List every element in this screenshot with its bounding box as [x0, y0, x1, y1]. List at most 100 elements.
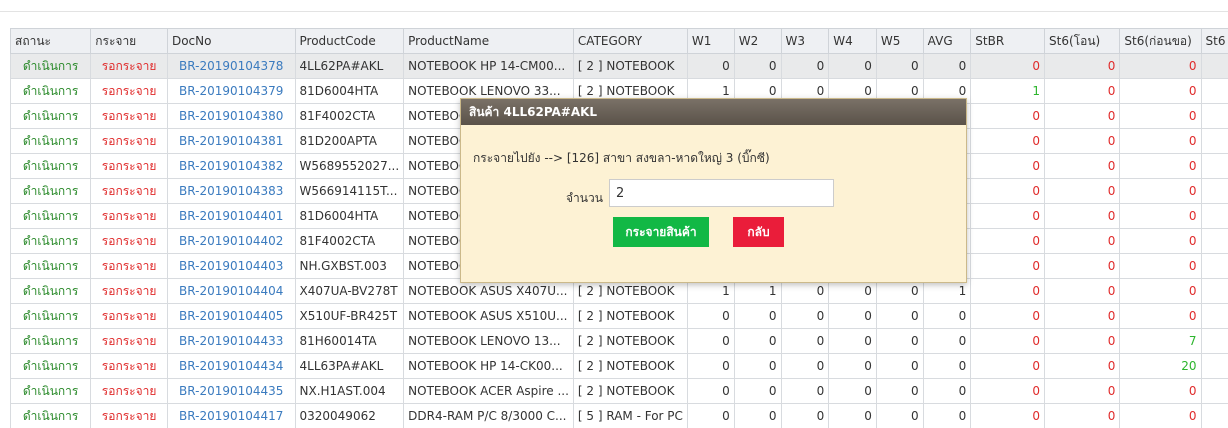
avg-cell: 0: [923, 304, 971, 329]
status-cell: ดำเนินการ: [11, 154, 91, 179]
w3-cell: 0: [781, 54, 829, 79]
column-header[interactable]: St6: [1201, 29, 1228, 54]
st6-transfer-cell: 0: [1045, 179, 1120, 204]
st6-transfer-cell: 0: [1045, 254, 1120, 279]
st6-transfer-cell: 0: [1045, 104, 1120, 129]
column-header[interactable]: ProductCode: [295, 29, 404, 54]
table-header-row: สถานะกระจายDocNoProductCodeProductNameCA…: [11, 29, 1228, 54]
docno-link[interactable]: BR-20190104401: [167, 204, 295, 229]
column-header[interactable]: CATEGORY: [573, 29, 687, 54]
docno-link[interactable]: BR-20190104381: [167, 129, 295, 154]
distribution-status-cell: รอกระจาย: [91, 129, 168, 154]
w5-cell: 0: [876, 404, 923, 428]
quantity-input[interactable]: [609, 179, 834, 207]
stbr-cell: 0: [971, 229, 1045, 254]
st6-cell: [1201, 304, 1228, 329]
docno-link[interactable]: BR-20190104434: [167, 354, 295, 379]
docno-link[interactable]: BR-20190104417: [167, 404, 295, 428]
docno-link[interactable]: BR-20190104380: [167, 104, 295, 129]
docno-link[interactable]: BR-20190104435: [167, 379, 295, 404]
docno-link[interactable]: BR-20190104383: [167, 179, 295, 204]
distribution-status-cell: รอกระจาย: [91, 79, 168, 104]
st6-before-cell: 0: [1120, 179, 1201, 204]
dialog-title[interactable]: สินค้า 4LL62PA#AKL: [461, 99, 966, 125]
distribution-status-cell: รอกระจาย: [91, 354, 168, 379]
product-name-cell: NOTEBOOK ACER Aspire ...: [404, 379, 574, 404]
avg-cell: 0: [923, 354, 971, 379]
st6-cell: [1201, 229, 1228, 254]
w4-cell: 0: [829, 304, 877, 329]
distribution-status-cell: รอกระจาย: [91, 379, 168, 404]
table-row[interactable]: ดำเนินการรอกระจายBR-20190104435NX.H1AST.…: [11, 379, 1228, 404]
docno-link[interactable]: BR-20190104403: [167, 254, 295, 279]
column-header[interactable]: W4: [829, 29, 877, 54]
st6-transfer-cell: 0: [1045, 54, 1120, 79]
product-code-cell: 4LL63PA#AKL: [295, 354, 404, 379]
w2-cell: 0: [734, 379, 781, 404]
distribution-status-cell: รอกระจาย: [91, 54, 168, 79]
column-header[interactable]: W5: [876, 29, 923, 54]
status-cell: ดำเนินการ: [11, 279, 91, 304]
st6-transfer-cell: 0: [1045, 304, 1120, 329]
stbr-cell: 0: [971, 179, 1045, 204]
w3-cell: 0: [781, 354, 829, 379]
w5-cell: 0: [876, 354, 923, 379]
st6-transfer-cell: 0: [1045, 204, 1120, 229]
column-header[interactable]: W1: [687, 29, 734, 54]
column-header[interactable]: DocNo: [167, 29, 295, 54]
st6-cell: [1201, 329, 1228, 354]
st6-transfer-cell: 0: [1045, 379, 1120, 404]
column-header[interactable]: W3: [781, 29, 829, 54]
st6-before-cell: 0: [1120, 279, 1201, 304]
column-header[interactable]: StBR: [971, 29, 1045, 54]
status-cell: ดำเนินการ: [11, 404, 91, 428]
status-cell: ดำเนินการ: [11, 379, 91, 404]
table-row[interactable]: ดำเนินการรอกระจายBR-20190104405X510UF-BR…: [11, 304, 1228, 329]
docno-link[interactable]: BR-20190104378: [167, 54, 295, 79]
product-name-cell: DDR4-RAM P/C 8/3000 C...: [404, 404, 574, 428]
table-row[interactable]: ดำเนินการรอกระจายBR-2019010443381H60014T…: [11, 329, 1228, 354]
w4-cell: 0: [829, 354, 877, 379]
status-cell: ดำเนินการ: [11, 229, 91, 254]
column-header[interactable]: W2: [734, 29, 781, 54]
docno-link[interactable]: BR-20190104404: [167, 279, 295, 304]
table-row[interactable]: ดำเนินการรอกระจายBR-201901044344LL63PA#A…: [11, 354, 1228, 379]
stbr-cell: 0: [971, 129, 1045, 154]
column-header[interactable]: AVG: [923, 29, 971, 54]
st6-before-cell: 0: [1120, 129, 1201, 154]
st6-before-cell: 7: [1120, 329, 1201, 354]
docno-link[interactable]: BR-20190104382: [167, 154, 295, 179]
back-button[interactable]: กลับ: [733, 217, 784, 247]
docno-link[interactable]: BR-20190104402: [167, 229, 295, 254]
column-header[interactable]: ProductName: [404, 29, 574, 54]
avg-cell: 0: [923, 379, 971, 404]
docno-link[interactable]: BR-20190104405: [167, 304, 295, 329]
table-row[interactable]: ดำเนินการรอกระจายBR-201901043784LL62PA#A…: [11, 54, 1228, 79]
category-cell: [ 5 ] RAM - For PC: [573, 404, 687, 428]
stbr-cell: 0: [971, 154, 1045, 179]
st6-before-cell: 0: [1120, 204, 1201, 229]
table-row[interactable]: ดำเนินการรอกระจายBR-20190104417032004906…: [11, 404, 1228, 428]
st6-transfer-cell: 0: [1045, 279, 1120, 304]
distribute-button[interactable]: กระจายสินค้า: [613, 217, 709, 247]
status-cell: ดำเนินการ: [11, 79, 91, 104]
w1-cell: 0: [687, 54, 734, 79]
column-header[interactable]: St6(โอน): [1045, 29, 1120, 54]
st6-before-cell: 0: [1120, 104, 1201, 129]
stbr-cell: 0: [971, 204, 1045, 229]
docno-link[interactable]: BR-20190104433: [167, 329, 295, 354]
st6-before-cell: 0: [1120, 304, 1201, 329]
category-cell: [ 2 ] NOTEBOOK: [573, 304, 687, 329]
st6-transfer-cell: 0: [1045, 329, 1120, 354]
distribution-status-cell: รอกระจาย: [91, 304, 168, 329]
w1-cell: 0: [687, 379, 734, 404]
st6-transfer-cell: 0: [1045, 129, 1120, 154]
column-header[interactable]: St6(ก่อนขอ): [1120, 29, 1201, 54]
column-header[interactable]: สถานะ: [11, 29, 91, 54]
st6-transfer-cell: 0: [1045, 354, 1120, 379]
column-header[interactable]: กระจาย: [91, 29, 168, 54]
product-code-cell: 4LL62PA#AKL: [295, 54, 404, 79]
docno-link[interactable]: BR-20190104379: [167, 79, 295, 104]
product-name-cell: NOTEBOOK HP 14-CK00...: [404, 354, 574, 379]
w1-cell: 0: [687, 329, 734, 354]
